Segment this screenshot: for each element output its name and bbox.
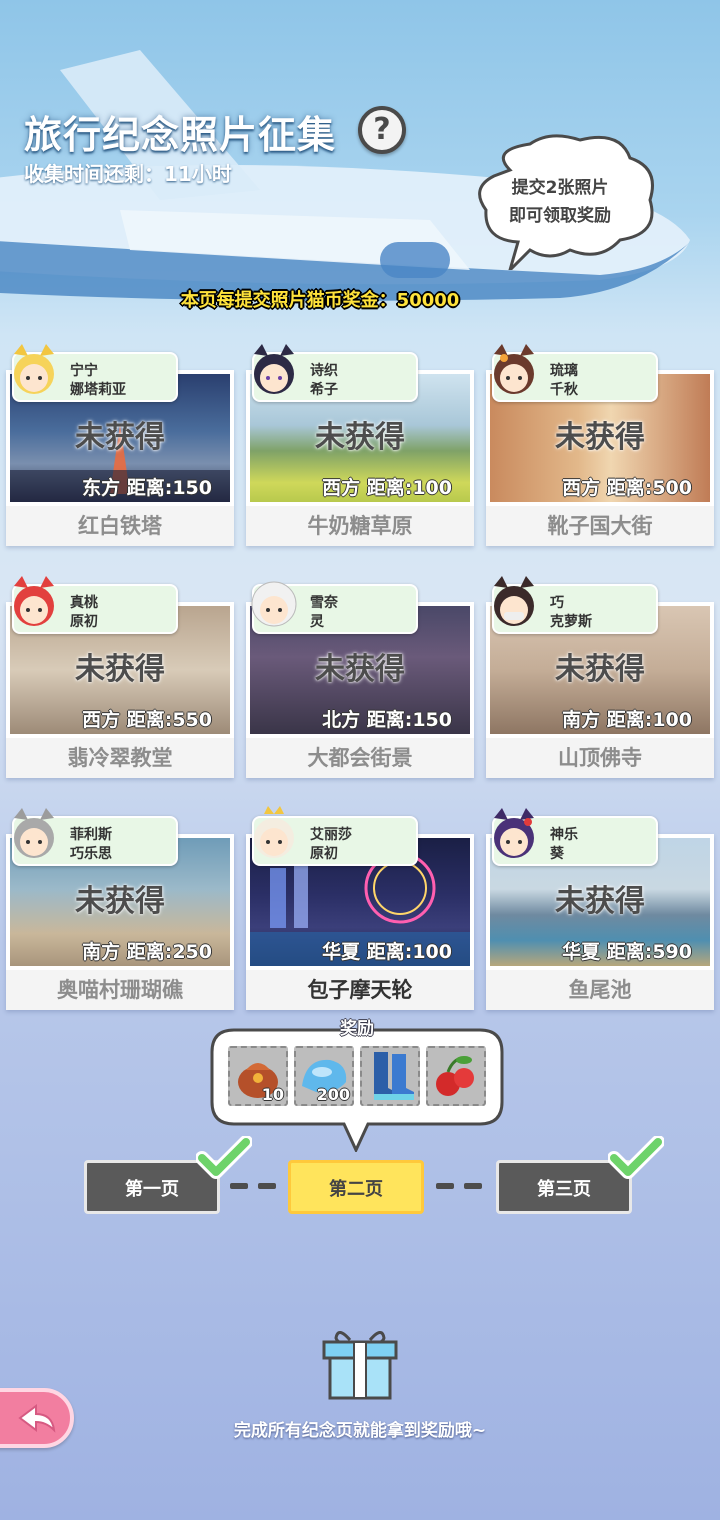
reward-slot[interactable] — [426, 1046, 486, 1106]
character-name-2: 葵 — [550, 846, 564, 862]
character-avatar-icon — [494, 344, 534, 394]
page-connector — [258, 1183, 276, 1189]
back-button[interactable] — [0, 1388, 74, 1448]
character-name: 诗织 — [310, 363, 338, 379]
photo-card-bun-ferris-wheel[interactable]: 华夏 距离:100 包子摩天轮 艾丽莎 原初 — [246, 804, 474, 1010]
photo-distance: 西方 距离:550 — [82, 709, 212, 731]
character-name: 菲利斯 — [70, 827, 112, 843]
character-name: 艾丽莎 — [310, 827, 352, 843]
place-name: 鱼尾池 — [486, 970, 714, 1010]
boots-icon — [374, 1052, 414, 1100]
photo-distance: 南方 距离:250 — [82, 941, 212, 963]
page-2-button[interactable]: 第二页 — [288, 1160, 424, 1214]
photo-status: 未获得 — [315, 420, 405, 455]
character-name: 真桃 — [70, 595, 98, 611]
place-name: 大都会街景 — [246, 738, 474, 778]
character-name-2: 巧乐思 — [70, 846, 112, 862]
place-name: 奥喵村珊瑚礁 — [6, 970, 234, 1010]
character-name: 雪奈 — [310, 595, 338, 611]
character-name-2: 希子 — [310, 382, 338, 398]
photo-status: 未获得 — [75, 420, 165, 455]
character-avatar-icon — [494, 576, 534, 626]
photo-status: 未获得 — [555, 884, 645, 919]
place-name: 包子摩天轮 — [246, 970, 474, 1010]
place-name: 山顶佛寺 — [486, 738, 714, 778]
reward-count: 10 — [261, 1085, 284, 1104]
character-avatar-icon — [254, 806, 294, 858]
photo-status: 未获得 — [555, 652, 645, 687]
page-connector — [230, 1183, 248, 1189]
page-connector — [436, 1183, 454, 1189]
photo-card-boot-country-street[interactable]: 未获得 西方 距离:500 靴子国大街 琉璃 千秋 — [486, 340, 714, 546]
character-name: 神乐 — [550, 827, 578, 843]
photo-card-coral-reef[interactable]: 未获得 南方 距离:250 奥喵村珊瑚礁 菲利斯 巧乐思 — [6, 804, 234, 1010]
photo-card-fishtail-pond[interactable]: 未获得 华夏 距离:590 鱼尾池 神乐 葵 — [486, 804, 714, 1010]
photo-status: 未获得 — [555, 420, 645, 455]
photo-distance: 华夏 距离:590 — [562, 941, 692, 963]
check-icon — [196, 1136, 252, 1179]
photo-card-mountain-temple[interactable]: 未获得 南方 距离:100 山顶佛寺 巧 克萝斯 — [486, 572, 714, 778]
help-button[interactable]: ? — [358, 106, 406, 154]
back-arrow-icon — [18, 1404, 56, 1433]
photo-distance: 华夏 距离:100 — [322, 941, 452, 963]
character-avatar-icon — [251, 581, 297, 627]
photo-distance: 北方 距离:150 — [322, 709, 452, 731]
photo-card-florence-church[interactable]: 未获得 西方 距离:550 翡冷翠教堂 真桃 原初 — [6, 572, 234, 778]
reward-slot[interactable]: 10 — [228, 1046, 288, 1106]
place-name: 翡冷翠教堂 — [6, 738, 234, 778]
page-title: 旅行纪念照片征集 — [24, 113, 337, 157]
photo-card-metropolis-street[interactable]: 未获得 北方 距离:150 大都会街景 雪奈 灵 — [246, 572, 474, 778]
photo-status: 未获得 — [315, 652, 405, 687]
photo-distance: 西方 距离:100 — [322, 477, 452, 499]
character-name-2: 灵 — [310, 614, 324, 630]
place-name: 靴子国大街 — [486, 506, 714, 546]
photo-distance: 东方 距离:150 — [82, 477, 212, 499]
photo-distance: 西方 距离:500 — [562, 477, 692, 499]
character-avatar-icon — [14, 808, 54, 858]
page-connector — [464, 1183, 482, 1189]
reward-count: 200 — [316, 1085, 350, 1104]
hint-line-1: 提交2张照片 — [511, 178, 609, 198]
check-icon — [608, 1136, 664, 1179]
character-avatar-icon — [494, 808, 534, 858]
place-name: 红白铁塔 — [6, 506, 234, 546]
photo-card-milk-candy-prairie[interactable]: 未获得 西方 距离:100 牛奶糖草原 诗织 希子 — [246, 340, 474, 546]
countdown-timer: 收集时间还剩：11小时 — [24, 162, 232, 186]
character-name-2: 原初 — [70, 614, 98, 630]
reward-slot[interactable]: 200 — [294, 1046, 354, 1106]
place-name: 牛奶糖草原 — [246, 506, 474, 546]
rewards-label: 奖励 — [340, 1019, 374, 1039]
cherries-icon — [436, 1056, 474, 1096]
character-name: 琉璃 — [550, 363, 578, 379]
coin-bonus-text: 本页每提交照片猫币奖金：50000 — [180, 290, 460, 311]
hint-line-2: 即可领取奖励 — [509, 206, 611, 226]
gift-box-icon[interactable] — [320, 1326, 400, 1402]
photo-status: 未获得 — [75, 652, 165, 687]
photo-distance: 南方 距离:100 — [562, 709, 692, 731]
character-name: 巧 — [550, 595, 564, 611]
character-avatar-icon — [14, 576, 54, 626]
reward-slot[interactable] — [360, 1046, 420, 1106]
character-avatar-icon — [14, 344, 54, 394]
photo-status: 未获得 — [75, 884, 165, 919]
character-name: 宁宁 — [70, 363, 98, 379]
footer-hint: 完成所有纪念页就能拿到奖励哦~ — [233, 1421, 487, 1441]
photo-card-red-white-tower[interactable]: 未获得 东方 距离:150 红白铁塔 宁宁 娜塔莉亚 — [6, 340, 234, 546]
character-avatar-icon — [254, 344, 294, 394]
character-name-2: 原初 — [310, 846, 338, 862]
submit-hint: 提交2张照片 即可领取奖励 — [470, 174, 650, 230]
character-name-2: 千秋 — [550, 382, 578, 398]
character-name-2: 克萝斯 — [550, 614, 592, 630]
character-name-2: 娜塔莉亚 — [70, 382, 126, 398]
